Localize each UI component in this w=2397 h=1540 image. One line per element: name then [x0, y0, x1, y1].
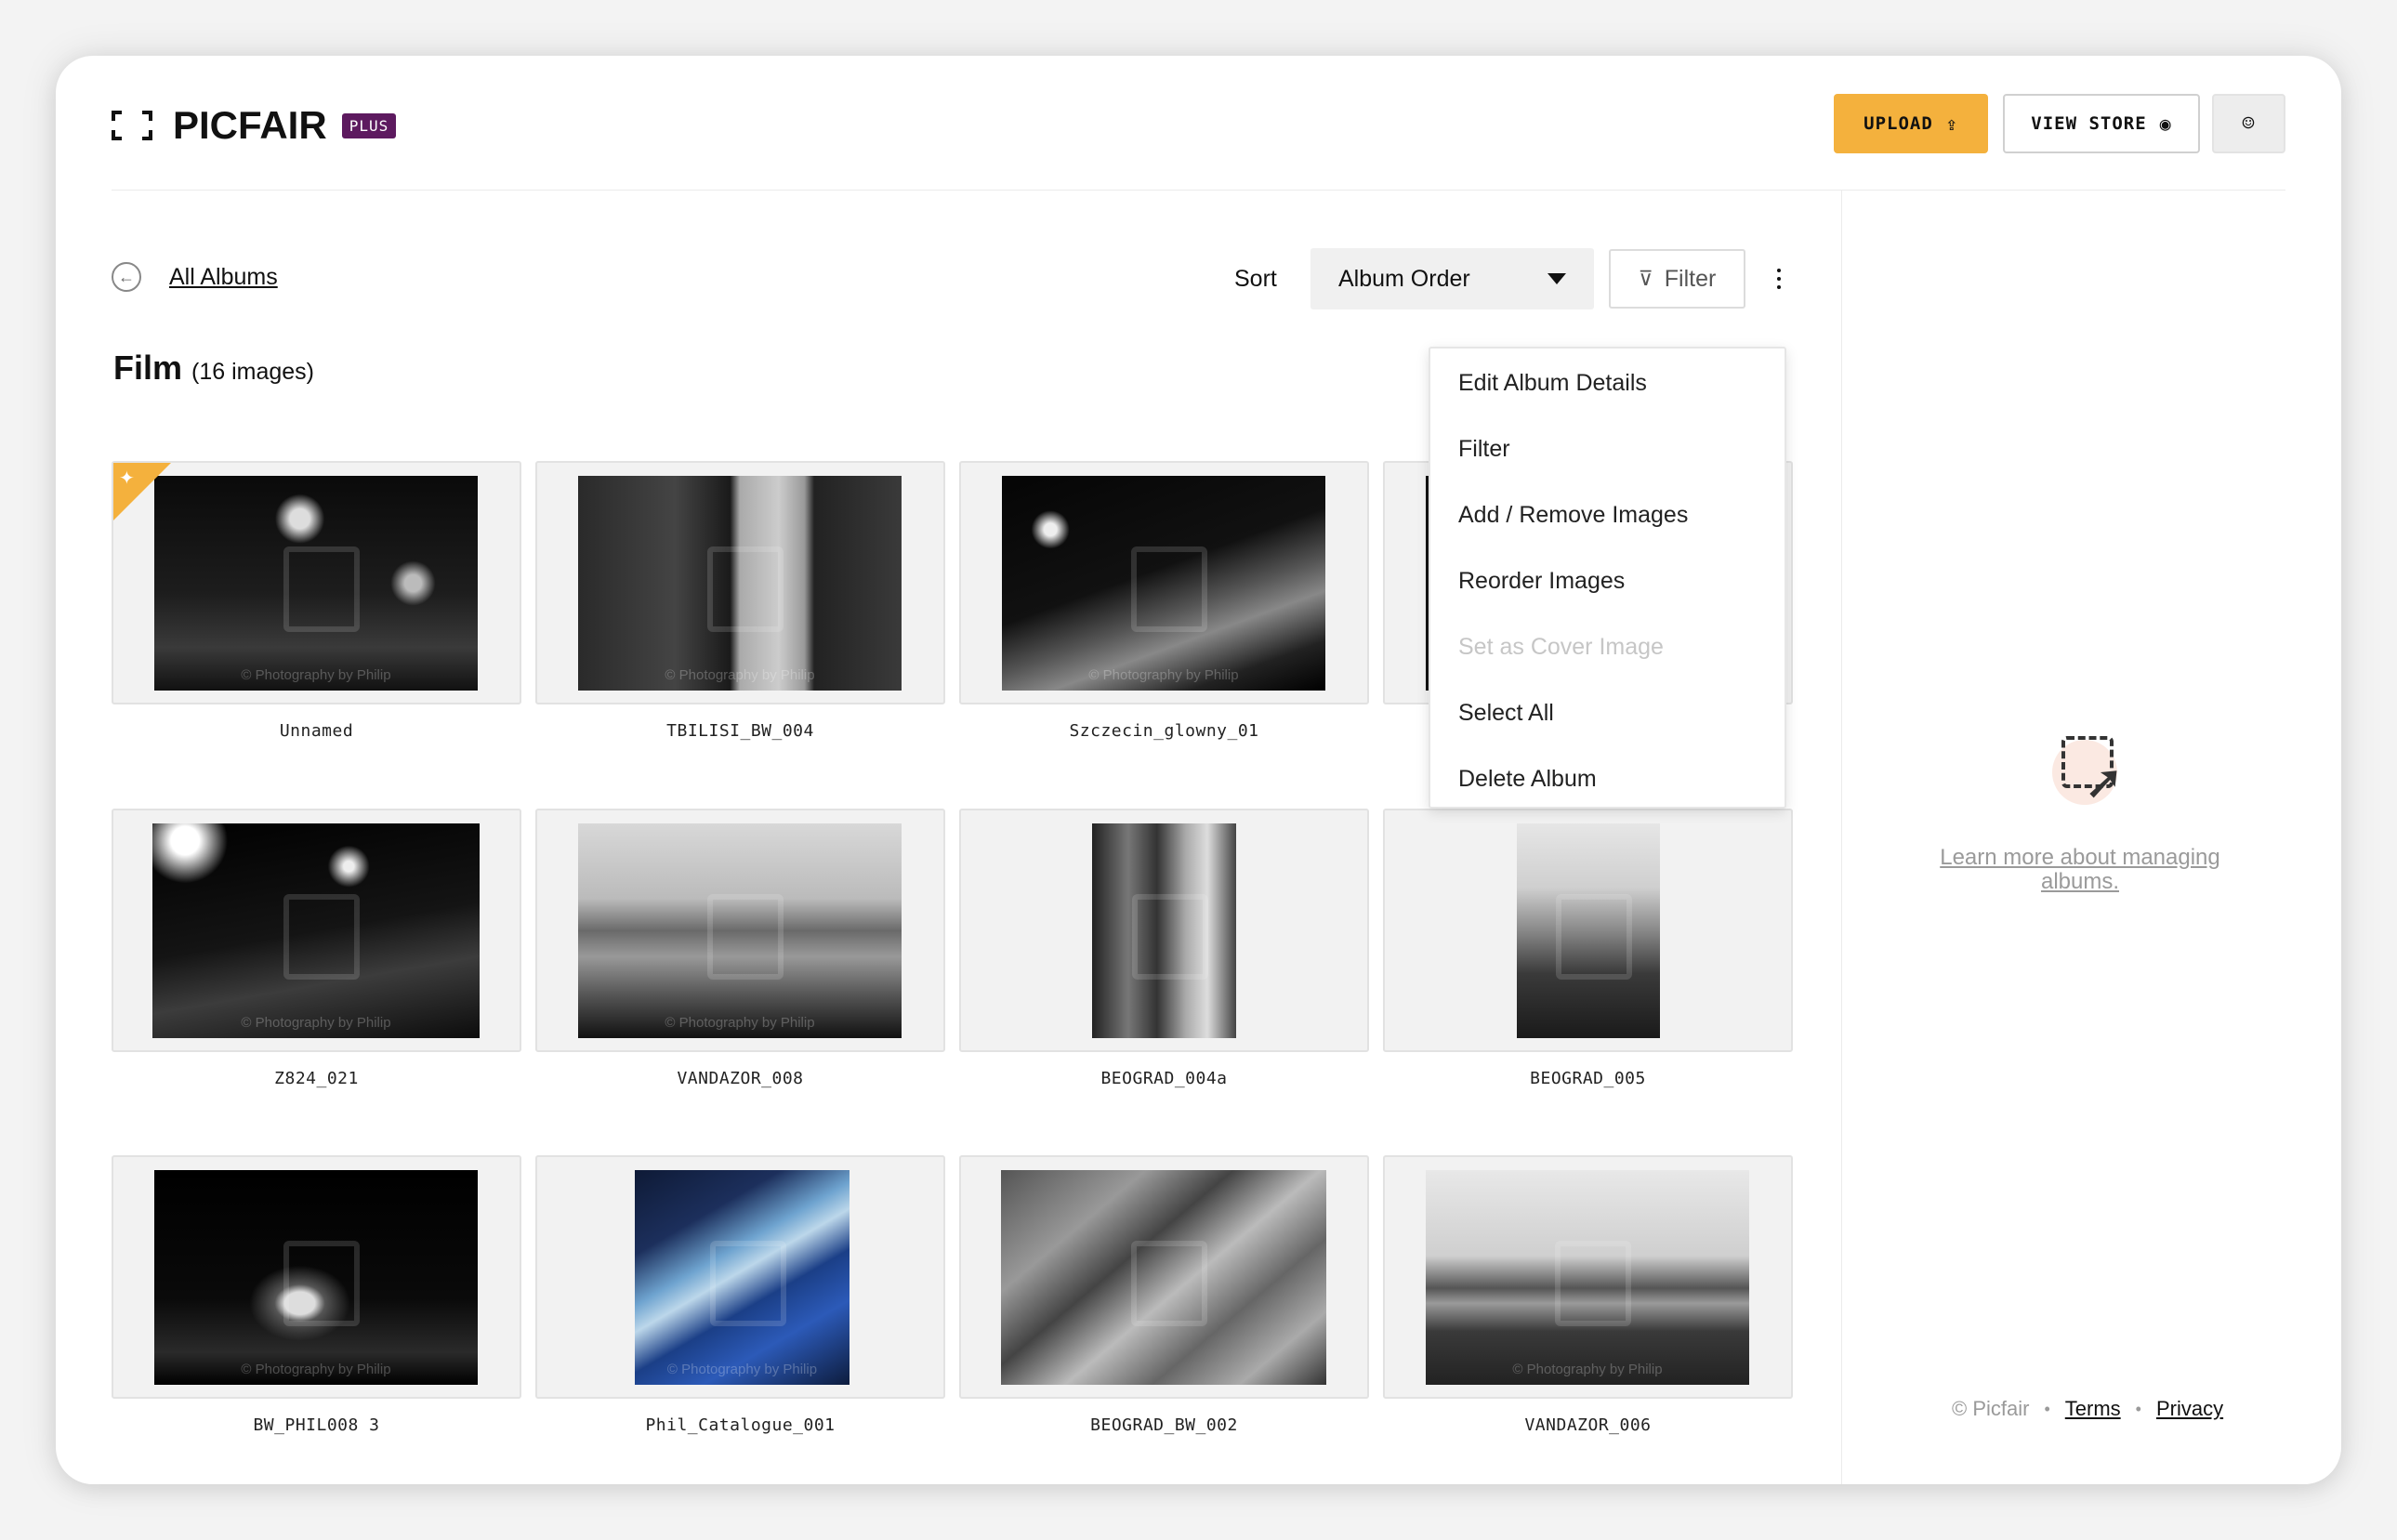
image-caption: Phil_Catalogue_001	[645, 1415, 836, 1435]
image-thumbnail	[1001, 1170, 1326, 1385]
frame-icon	[112, 111, 152, 140]
learn-more-link[interactable]: Learn more about managing albums.	[1905, 846, 2255, 894]
more-options-icon[interactable]	[1768, 260, 1790, 297]
header-divider	[112, 190, 2285, 191]
image-thumbnail: © Photography by Philip	[152, 823, 480, 1038]
sort-value: Album Order	[1338, 265, 1470, 292]
image-thumbnail	[1092, 823, 1236, 1038]
image-card[interactable]: © Photography by Philip	[959, 461, 1369, 704]
upload-label: UPLOAD	[1864, 113, 1933, 134]
album-name: Film	[113, 349, 183, 387]
image-card[interactable]: © Photography by Philip	[535, 809, 945, 1052]
image-card[interactable]: © Photography by Philip	[112, 809, 521, 1052]
image-card[interactable]: © Photography by Philip	[535, 461, 945, 704]
image-thumbnail: © Photography by Philip	[154, 476, 478, 691]
image-watermark: © Photography by Philip	[666, 1362, 818, 1377]
image-caption: Z824_021	[274, 1069, 359, 1088]
copyright-text: © Picfair	[1952, 1397, 2030, 1420]
image-caption: BEOGRAD_BW_002	[1090, 1415, 1238, 1435]
brand-name: PICFAIR	[173, 103, 327, 147]
menu-item-filter[interactable]: Filter	[1430, 416, 1785, 482]
image-caption: Szczecin_glowny_01	[1069, 721, 1259, 741]
album-heading: Film (16 images)	[113, 349, 314, 388]
image-caption: BEOGRAD_004a	[1100, 1069, 1228, 1088]
picfair-logo[interactable]: PICFAIR PLUS	[112, 102, 397, 149]
caret-down-icon	[1548, 273, 1566, 284]
all-albums-link[interactable]: All Albums	[169, 264, 278, 291]
upload-button[interactable]: UPLOAD ⇪	[1834, 94, 1988, 153]
image-thumbnail: © Photography by Philip	[578, 823, 902, 1038]
footer: © Picfair • Terms • Privacy	[1952, 1397, 2223, 1421]
menu-item-edit-album-details[interactable]: Edit Album Details	[1430, 350, 1785, 416]
image-card[interactable]: © Photography by Philip	[1383, 1155, 1793, 1399]
album-count: (16 images)	[191, 359, 315, 385]
image-thumbnail: © Photography by Philip	[1426, 1170, 1749, 1385]
image-watermark: © Photography by Philip	[1088, 667, 1239, 683]
image-watermark: © Photography by Philip	[241, 667, 391, 683]
image-thumbnail	[1517, 823, 1660, 1038]
privacy-link[interactable]: Privacy	[2156, 1397, 2223, 1421]
image-caption: Unnamed	[279, 721, 354, 741]
sort-dropdown[interactable]: Album Order	[1310, 248, 1594, 309]
view-store-label: VIEW STORE	[2031, 113, 2147, 134]
image-thumbnail: © Photography by Philip	[1002, 476, 1325, 691]
image-watermark: © Photography by Philip	[241, 1362, 391, 1377]
plus-badge: PLUS	[341, 112, 397, 138]
star-icon: ✦	[119, 468, 135, 489]
side-panel-divider	[1841, 191, 1842, 1484]
image-card[interactable]: © Photography by Philip	[112, 1155, 521, 1399]
view-store-button[interactable]: VIEW STORE ◉	[2003, 94, 2200, 153]
app-window: PICFAIR PLUS UPLOAD ⇪ VIEW STORE ◉ ☺ ← A…	[56, 56, 2341, 1484]
image-watermark: © Photography by Philip	[665, 667, 815, 683]
image-card[interactable]: © Photography by Philip	[535, 1155, 945, 1399]
sort-label: Sort	[1234, 266, 1277, 292]
menu-item-select-all[interactable]: Select All	[1430, 680, 1785, 746]
image-card[interactable]	[959, 1155, 1369, 1399]
terms-link[interactable]: Terms	[2065, 1397, 2121, 1421]
image-thumbnail: © Photography by Philip	[578, 476, 902, 691]
menu-item-delete-album[interactable]: Delete Album	[1430, 746, 1785, 812]
arrow-left-icon: ←	[112, 262, 141, 292]
funnel-icon: ⊽	[1638, 267, 1653, 290]
menu-item-set-cover-image: Set as Cover Image	[1458, 634, 1664, 660]
eye-icon: ◉	[2159, 112, 2172, 135]
image-caption: BW_PHIL008 3	[253, 1415, 380, 1435]
menu-item-add-remove-images[interactable]: Add / Remove Images	[1430, 482, 1785, 548]
image-watermark: © Photography by Philip	[665, 1015, 815, 1031]
image-caption: TBILISI_BW_004	[666, 721, 814, 741]
image-watermark: © Photography by Philip	[1512, 1362, 1663, 1377]
user-icon: ☺	[2242, 112, 2256, 136]
filter-button[interactable]: ⊽ Filter	[1609, 249, 1745, 309]
separator-dot: •	[2135, 1399, 2141, 1418]
image-caption: BEOGRAD_005	[1530, 1069, 1646, 1088]
account-button[interactable]: ☺	[2212, 94, 2285, 153]
image-card[interactable]	[1383, 809, 1793, 1052]
image-caption: VANDAZOR_008	[677, 1069, 804, 1088]
filter-label: Filter	[1664, 265, 1717, 292]
select-cursor-icon: ➚	[2052, 727, 2136, 810]
image-thumbnail: © Photography by Philip	[154, 1170, 478, 1385]
separator-dot: •	[2044, 1399, 2050, 1418]
image-card[interactable]	[959, 809, 1369, 1052]
image-thumbnail: © Photography by Philip	[635, 1170, 849, 1385]
top-header: PICFAIR PLUS UPLOAD ⇪ VIEW STORE ◉ ☺	[56, 56, 2341, 191]
back-to-albums[interactable]: ← All Albums	[112, 262, 278, 292]
album-options-menu: Edit Album Details Filter Add / Remove I…	[1429, 347, 1786, 809]
image-caption: VANDAZOR_006	[1524, 1415, 1652, 1435]
image-watermark: © Photography by Philip	[241, 1015, 391, 1031]
image-card[interactable]: © Photography by Philip ✦	[112, 461, 521, 704]
menu-item-reorder-images[interactable]: Reorder Images	[1430, 548, 1785, 614]
upload-icon: ⇪	[1945, 112, 1958, 135]
